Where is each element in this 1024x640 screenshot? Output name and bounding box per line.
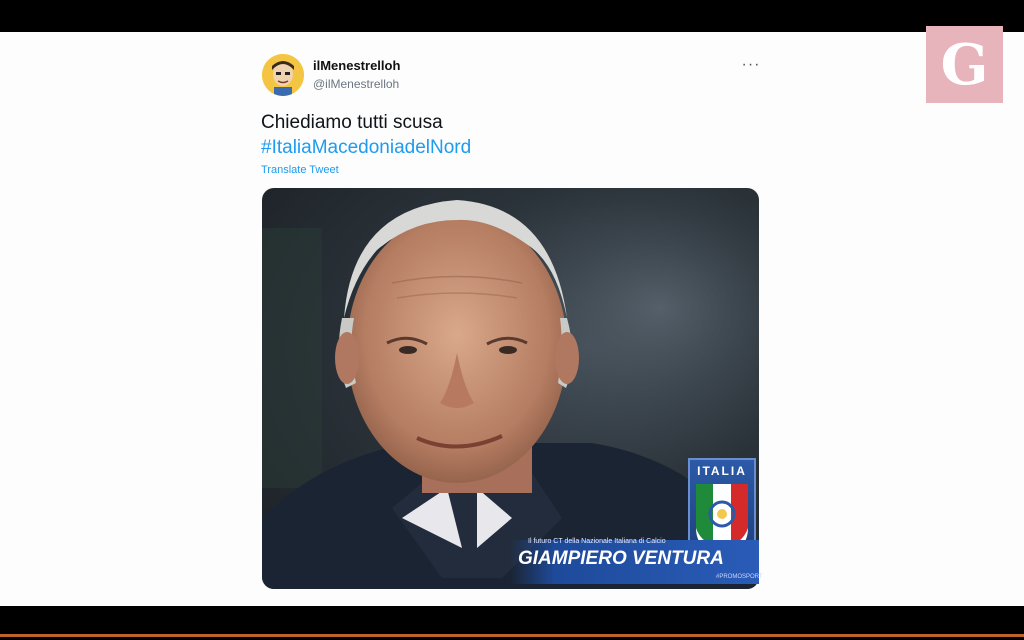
hashtag-link[interactable]: #ItaliaMacedoniadelNord — [261, 137, 471, 159]
letterbox-top — [0, 0, 1024, 32]
translate-tweet-link[interactable]: Translate Tweet — [261, 164, 339, 176]
caption-tag: #PROMOSPORT — [716, 574, 763, 580]
display-name[interactable]: ilMenestrelloh — [313, 58, 400, 73]
avatar[interactable] — [262, 54, 304, 96]
avatar-cartoon-icon — [262, 54, 304, 96]
progress-line — [0, 634, 1024, 637]
tweet-text: Chiediamo tutti scusa — [261, 112, 443, 133]
caption-name: GIAMPIERO VENTURA — [518, 548, 724, 569]
logo-letter: G — [940, 31, 989, 98]
more-options-button[interactable]: ··· — [738, 56, 764, 74]
badge-title: ITALIA — [697, 464, 747, 478]
channel-logo: G — [926, 26, 1003, 103]
portrait-photo — [262, 188, 759, 589]
tweet-media-image[interactable] — [262, 188, 759, 589]
caption-subtitle: Il futuro CT della Nazionale Italiana di… — [528, 538, 666, 545]
user-handle[interactable]: @ilMenestrelloh — [313, 77, 399, 91]
